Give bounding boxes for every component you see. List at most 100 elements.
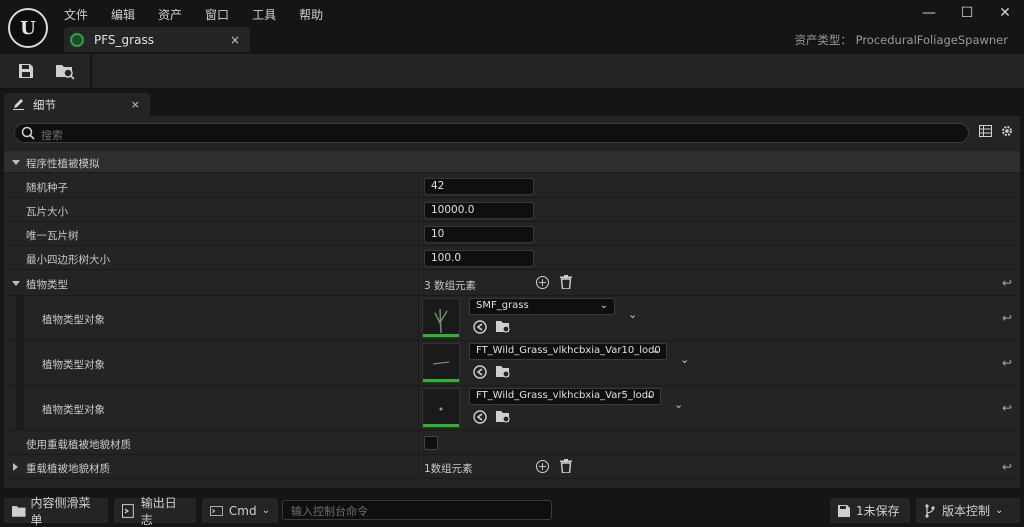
- details-tab-label: 细节: [33, 97, 56, 112]
- browse-asset-icon[interactable]: [54, 60, 76, 82]
- reset-to-default-icon[interactable]: ↩: [1002, 460, 1012, 474]
- property-row: 瓦片大小 10000.0: [4, 198, 1020, 222]
- browse-asset-icon[interactable]: [495, 319, 510, 333]
- menu-edit[interactable]: 编辑: [111, 4, 144, 25]
- expand-chevron-icon[interactable]: ⌄: [674, 398, 683, 411]
- asset-thumbnail[interactable]: [422, 388, 460, 428]
- title-bar: U 文件 编辑 资产 窗口 工具 帮助 — ☐ ✕ PFS_grass × 资产…: [0, 0, 1024, 54]
- reset-to-default-icon[interactable]: ↩: [1002, 356, 1012, 370]
- unsaved-label: 1未保存: [856, 504, 900, 518]
- collapse-arrow-icon[interactable]: [12, 160, 20, 165]
- unsaved-button[interactable]: 1未保存: [830, 498, 910, 523]
- use-selected-icon[interactable]: [473, 410, 487, 424]
- array-count: 3 数组元素: [424, 280, 477, 292]
- column-divider: [418, 455, 419, 478]
- menu-help[interactable]: 帮助: [299, 4, 332, 25]
- toolbar: [0, 54, 1024, 89]
- foliage-object-label: 植物类型对象: [42, 314, 105, 326]
- column-divider: [418, 198, 419, 221]
- random-seed-input[interactable]: 42: [424, 178, 534, 195]
- close-panel-icon[interactable]: ×: [131, 98, 140, 111]
- console-command-input[interactable]: 输入控制台命令: [282, 500, 552, 520]
- document-tab[interactable]: PFS_grass ×: [64, 27, 250, 52]
- gear-icon[interactable]: [1000, 124, 1014, 141]
- panel-tab-bar: 细节 ×: [0, 89, 1024, 116]
- details-tab[interactable]: 细节 ×: [4, 93, 150, 116]
- property-row: 使用重载植被地貌材质: [4, 431, 1020, 455]
- override-landscape-label: 使用重载植被地貌材质: [26, 439, 131, 451]
- reset-to-default-icon[interactable]: ↩: [1002, 276, 1012, 290]
- expand-chevron-icon[interactable]: ⌄: [680, 353, 689, 366]
- asset-picker-combo[interactable]: SMF_grass ⌄: [469, 298, 615, 315]
- save-icon: [838, 504, 850, 517]
- search-input[interactable]: 搜索: [41, 127, 63, 143]
- asset-type-label: 资产类型： ProceduralFoliageSpawner: [794, 33, 1008, 47]
- column-divider: [418, 270, 419, 295]
- add-element-icon[interactable]: +: [536, 276, 549, 289]
- property-row: 唯一瓦片树 10: [4, 222, 1020, 246]
- details-panel: 搜索 程序性植被模拟 随机种子 42 瓦片大小 10000.0 唯一瓦片树 10…: [4, 116, 1020, 488]
- browse-asset-icon[interactable]: [495, 409, 510, 423]
- search-icon: [21, 126, 35, 143]
- save-icon[interactable]: [15, 60, 37, 82]
- column-divider: [418, 431, 419, 454]
- output-log-button[interactable]: 输出日志: [114, 496, 196, 527]
- asset-color-bar: [423, 424, 459, 427]
- search-box[interactable]: 搜索: [14, 123, 969, 143]
- column-divider: [418, 296, 419, 340]
- close-tab-icon[interactable]: ×: [230, 33, 240, 47]
- window-controls: — ☐ ✕: [910, 0, 1024, 26]
- property-label: 唯一瓦片树: [26, 230, 79, 242]
- content-drawer-button[interactable]: 内容侧滑菜单: [4, 496, 108, 527]
- expand-chevron-icon[interactable]: ⌄: [628, 308, 637, 321]
- cmd-dropdown[interactable]: Cmd ⌄: [202, 498, 278, 523]
- use-selected-icon[interactable]: [473, 320, 487, 334]
- foliage-types-array-row: 植物类型 3 数组元素 + ↩: [4, 270, 1020, 296]
- asset-thumbnail[interactable]: [422, 343, 460, 383]
- menu-window[interactable]: 窗口: [205, 4, 238, 25]
- add-element-icon[interactable]: +: [536, 460, 549, 473]
- maximize-button[interactable]: ☐: [948, 0, 986, 26]
- source-control-button[interactable]: 版本控制 ⌄: [916, 498, 1020, 523]
- close-window-button[interactable]: ✕: [986, 0, 1024, 26]
- property-label: 瓦片大小: [26, 206, 68, 218]
- trash-icon[interactable]: [560, 275, 572, 292]
- source-control-label: 版本控制: [942, 504, 991, 518]
- asset-picker-value: SMF_grass: [476, 300, 529, 311]
- foliage-spawner-icon: [70, 32, 84, 47]
- menu-tools[interactable]: 工具: [252, 4, 285, 25]
- property-label: 最小四边形树大小: [26, 254, 110, 266]
- foliage-type-item: 植物类型对象 FT_Wild_Grass_vlkhcbxia_Var5_lod0…: [4, 386, 1020, 431]
- indent-bar: [16, 341, 24, 385]
- trash-icon[interactable]: [560, 459, 572, 476]
- property-label: 随机种子: [26, 182, 68, 194]
- category-label: 程序性植被模拟: [26, 158, 100, 170]
- asset-picker-combo[interactable]: FT_Wild_Grass_vlkhcbxia_Var5_lod0 ⌄: [469, 388, 661, 405]
- toolbar-separator: [90, 54, 92, 89]
- asset-picker-combo[interactable]: FT_Wild_Grass_vlkhcbxia_Var10_lod0 ⌄: [469, 343, 667, 360]
- asset-thumbnail[interactable]: [422, 298, 460, 338]
- document-tab-label: PFS_grass: [94, 32, 154, 47]
- unique-tiles-input[interactable]: 10: [424, 226, 534, 243]
- menu-asset[interactable]: 资产: [158, 4, 191, 25]
- output-log-label: 输出日志: [140, 495, 177, 527]
- use-selected-icon[interactable]: [473, 365, 487, 379]
- minimize-button[interactable]: —: [910, 0, 948, 26]
- override-landscape-checkbox[interactable]: [424, 436, 438, 450]
- branch-icon: [925, 503, 935, 518]
- cmd-label: Cmd: [228, 503, 257, 518]
- tile-size-input[interactable]: 10000.0: [424, 202, 534, 219]
- foliage-object-label: 植物类型对象: [42, 359, 105, 371]
- category-header[interactable]: 程序性植被模拟: [4, 151, 1020, 173]
- unreal-logo-icon[interactable]: U: [8, 8, 48, 48]
- log-icon: [122, 503, 134, 518]
- reset-to-default-icon[interactable]: ↩: [1002, 401, 1012, 415]
- reset-to-default-icon[interactable]: ↩: [1002, 311, 1012, 325]
- table-view-icon[interactable]: [979, 125, 992, 140]
- expand-arrow-icon[interactable]: [13, 463, 18, 471]
- browse-asset-icon[interactable]: [495, 364, 510, 378]
- array-count: 1数组元素: [424, 463, 473, 475]
- min-quad-tree-size-input[interactable]: 100.0: [424, 250, 534, 267]
- collapse-arrow-icon[interactable]: [12, 281, 20, 286]
- menu-file[interactable]: 文件: [64, 4, 97, 25]
